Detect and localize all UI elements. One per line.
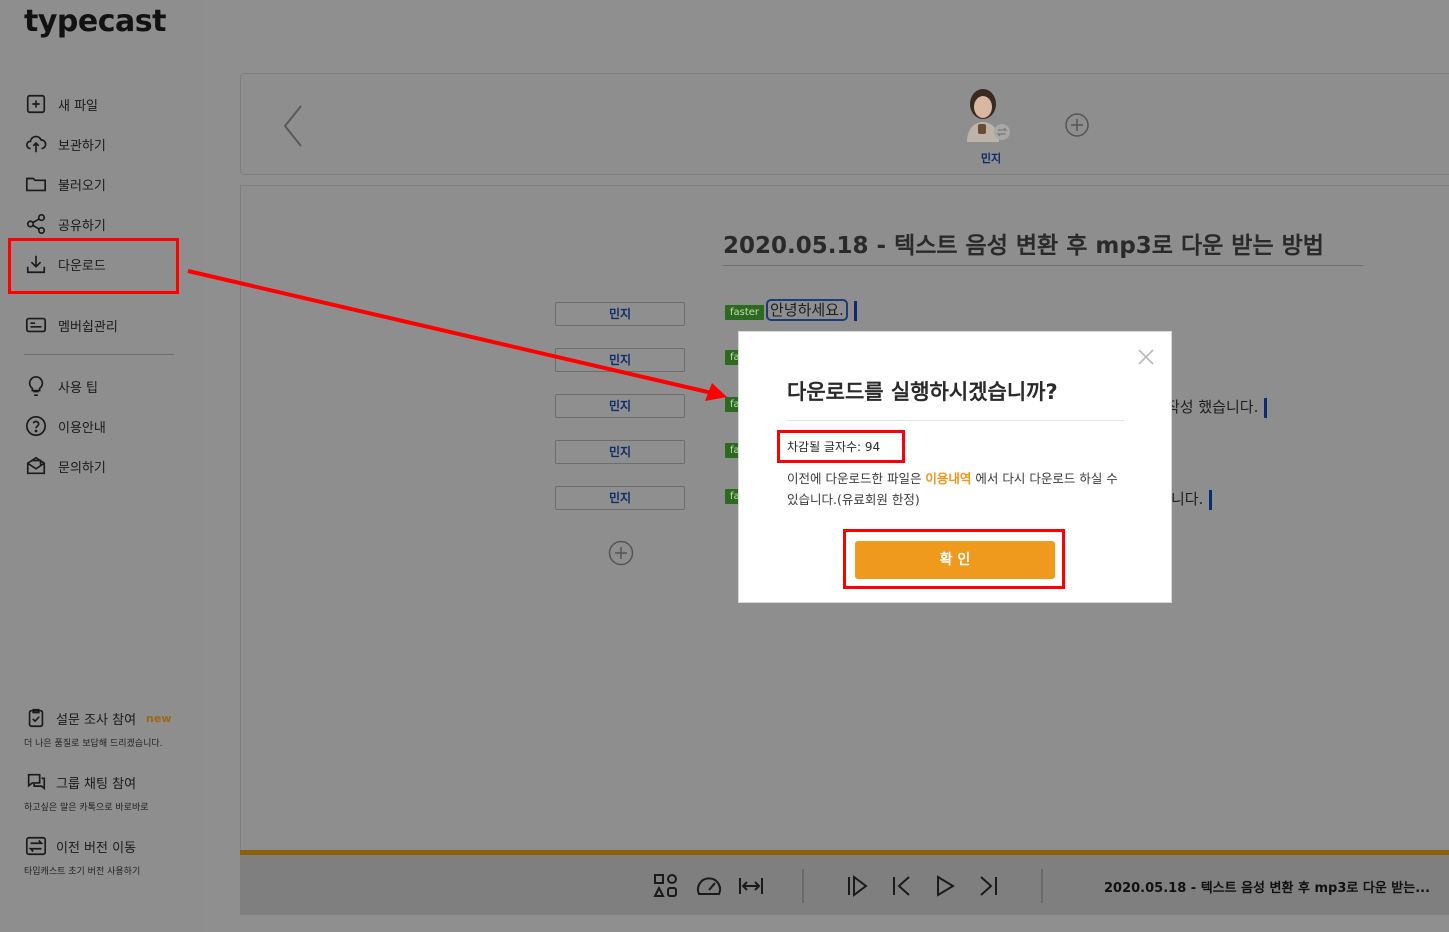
sidebar-item-label: 새 파일: [58, 98, 99, 114]
play-from-start-button[interactable]: [842, 872, 872, 900]
speed-tag[interactable]: fa: [725, 443, 740, 458]
sidebar-item-share[interactable]: 공유하기: [24, 212, 106, 236]
group-chat-subtext: 하고싶은 말은 카톡으로 바로바로: [24, 803, 149, 813]
shapes-icon: [653, 874, 677, 897]
previous-button[interactable]: [886, 872, 916, 900]
sidebar-item-guide[interactable]: 이용안내: [24, 414, 106, 438]
skip-previous-icon: [893, 876, 910, 896]
speed-tag[interactable]: faster: [725, 305, 765, 320]
speed-tag[interactable]: fa: [725, 489, 740, 504]
sentence-text[interactable]: 작성 했습니다.: [1166, 396, 1268, 418]
title-underline: [723, 265, 1363, 266]
sentence-fragment: 작성 했습니다.: [1166, 398, 1259, 416]
fit-width-icon: [739, 878, 763, 894]
shapes-button[interactable]: [651, 872, 681, 900]
previous-version-link[interactable]: 이전 버전 이동 타입캐스트 초기 버전 사용하기: [24, 834, 140, 877]
survey-subtext: 더 나은 품질로 보답해 드리겠습니다.: [24, 739, 163, 749]
sidebar-item-new-file[interactable]: 새 파일: [24, 92, 98, 116]
group-chat-label: 그룹 채팅 참여: [56, 776, 137, 792]
speed-button[interactable]: [694, 872, 724, 900]
text-cursor: [1209, 489, 1213, 510]
survey-link[interactable]: 설문 조사 참여 new 더 나은 품질로 보답해 드리겠습니다.: [24, 706, 172, 749]
dialog-description: 이전에 다운로드한 파일은 이용내역 에서 다시 다운로드 하실 수 있습니다.…: [787, 468, 1127, 510]
voice-selector-panel: 민지: [240, 73, 1449, 175]
active-voice-name: 민지: [980, 152, 1002, 165]
player-separator: [1041, 869, 1043, 903]
speaker-button[interactable]: 민지: [555, 440, 685, 464]
file-plus-icon: [24, 92, 48, 116]
speaker-button[interactable]: 민지: [555, 394, 685, 418]
sidebar-item-label: 이용안내: [58, 420, 106, 436]
share-icon: [24, 212, 48, 236]
play-button[interactable]: [930, 872, 960, 900]
sidebar-item-save[interactable]: 보관하기: [24, 132, 106, 156]
player-bar: 2020.05.18 - 텍스트 음성 변환 후 mp3로 다운 받는...: [240, 855, 1449, 915]
annotation-confirm-highlight: [843, 529, 1065, 589]
sidebar-item-inquiry[interactable]: 문의하기: [24, 454, 106, 478]
sidebar-divider: [24, 354, 174, 355]
add-voice-icon[interactable]: [1065, 113, 1089, 137]
help-circle-icon: [24, 414, 48, 438]
sentence-fragment: 니다.: [1171, 490, 1204, 508]
close-icon[interactable]: [1137, 348, 1155, 366]
player-now-playing-title: 2020.05.18 - 텍스트 음성 변환 후 mp3로 다운 받는...: [1104, 881, 1431, 896]
voice-avatar-minji[interactable]: [961, 84, 1011, 144]
inquiry-mail-icon: [24, 454, 48, 478]
sidebar-item-label: 공유하기: [58, 218, 106, 234]
speaker-button[interactable]: 민지: [555, 348, 685, 372]
new-badge: new: [146, 711, 172, 725]
folder-icon: [24, 172, 48, 196]
switch-version-icon: [24, 834, 48, 858]
speed-tag[interactable]: fa: [725, 397, 740, 412]
survey-clipboard-icon: [24, 706, 48, 730]
player-separator: [802, 869, 804, 903]
sidebar-item-tips[interactable]: 사용 팁: [24, 374, 98, 398]
previous-version-subtext: 타입캐스트 초기 버전 사용하기: [24, 867, 141, 877]
sentence-text[interactable]: 안녕하세요.: [766, 299, 857, 321]
annotation-deduct-highlight: [777, 430, 905, 463]
sidebar-item-label: 문의하기: [58, 460, 106, 476]
sentence-selected[interactable]: 안녕하세요.: [766, 299, 848, 321]
sidebar-item-label: 보관하기: [58, 138, 106, 154]
sentence-text[interactable]: 니다.: [1171, 488, 1213, 510]
chat-bubbles-icon: [24, 770, 48, 794]
sidebar-item-label: 멤버쉽관리: [58, 319, 118, 335]
document-title[interactable]: 2020.05.18 - 텍스트 음성 변환 후 mp3로 다운 받는 방법: [723, 226, 1363, 260]
typecast-logo[interactable]: typecast: [24, 4, 166, 39]
usage-history-link[interactable]: 이용내역: [925, 471, 971, 486]
lightbulb-icon: [24, 374, 48, 398]
cloud-upload-icon: [24, 132, 48, 156]
speaker-button[interactable]: 민지: [555, 302, 685, 326]
survey-label: 설문 조사 참여: [56, 712, 137, 728]
sidebar: typecast 새 파일 보관하기 불러오기 공유하기 다운로드 멤버쉽관리 …: [0, 0, 204, 932]
skip-next-icon: [980, 876, 997, 896]
text-cursor: [853, 300, 857, 321]
width-button[interactable]: [736, 872, 766, 900]
group-chat-link[interactable]: 그룹 채팅 참여 하고싶은 말은 카톡으로 바로바로: [24, 770, 149, 813]
play-icon: [937, 875, 955, 897]
speed-tag[interactable]: fa: [725, 350, 740, 365]
dialog-title: 다운로드를 실행하시겠습니까?: [787, 380, 1058, 404]
next-button[interactable]: [974, 872, 1004, 900]
add-row-icon[interactable]: [608, 540, 634, 566]
chevron-left-icon[interactable]: [281, 104, 305, 148]
desc-text: 이전에 다운로드한 파일은: [787, 471, 926, 486]
membership-card-icon: [24, 313, 48, 337]
play-from-start-icon: [848, 875, 868, 897]
speedometer-icon: [697, 877, 721, 895]
sidebar-item-label: 불러오기: [58, 178, 106, 194]
dialog-divider: [787, 420, 1124, 421]
previous-version-label: 이전 버전 이동: [56, 840, 137, 856]
speaker-button[interactable]: 민지: [555, 486, 685, 510]
text-cursor: [1264, 397, 1268, 418]
annotation-download-highlight: [8, 238, 179, 294]
sidebar-item-label: 사용 팁: [58, 380, 99, 396]
sidebar-item-open[interactable]: 불러오기: [24, 172, 106, 196]
sidebar-item-membership[interactable]: 멤버쉽관리: [24, 313, 118, 337]
